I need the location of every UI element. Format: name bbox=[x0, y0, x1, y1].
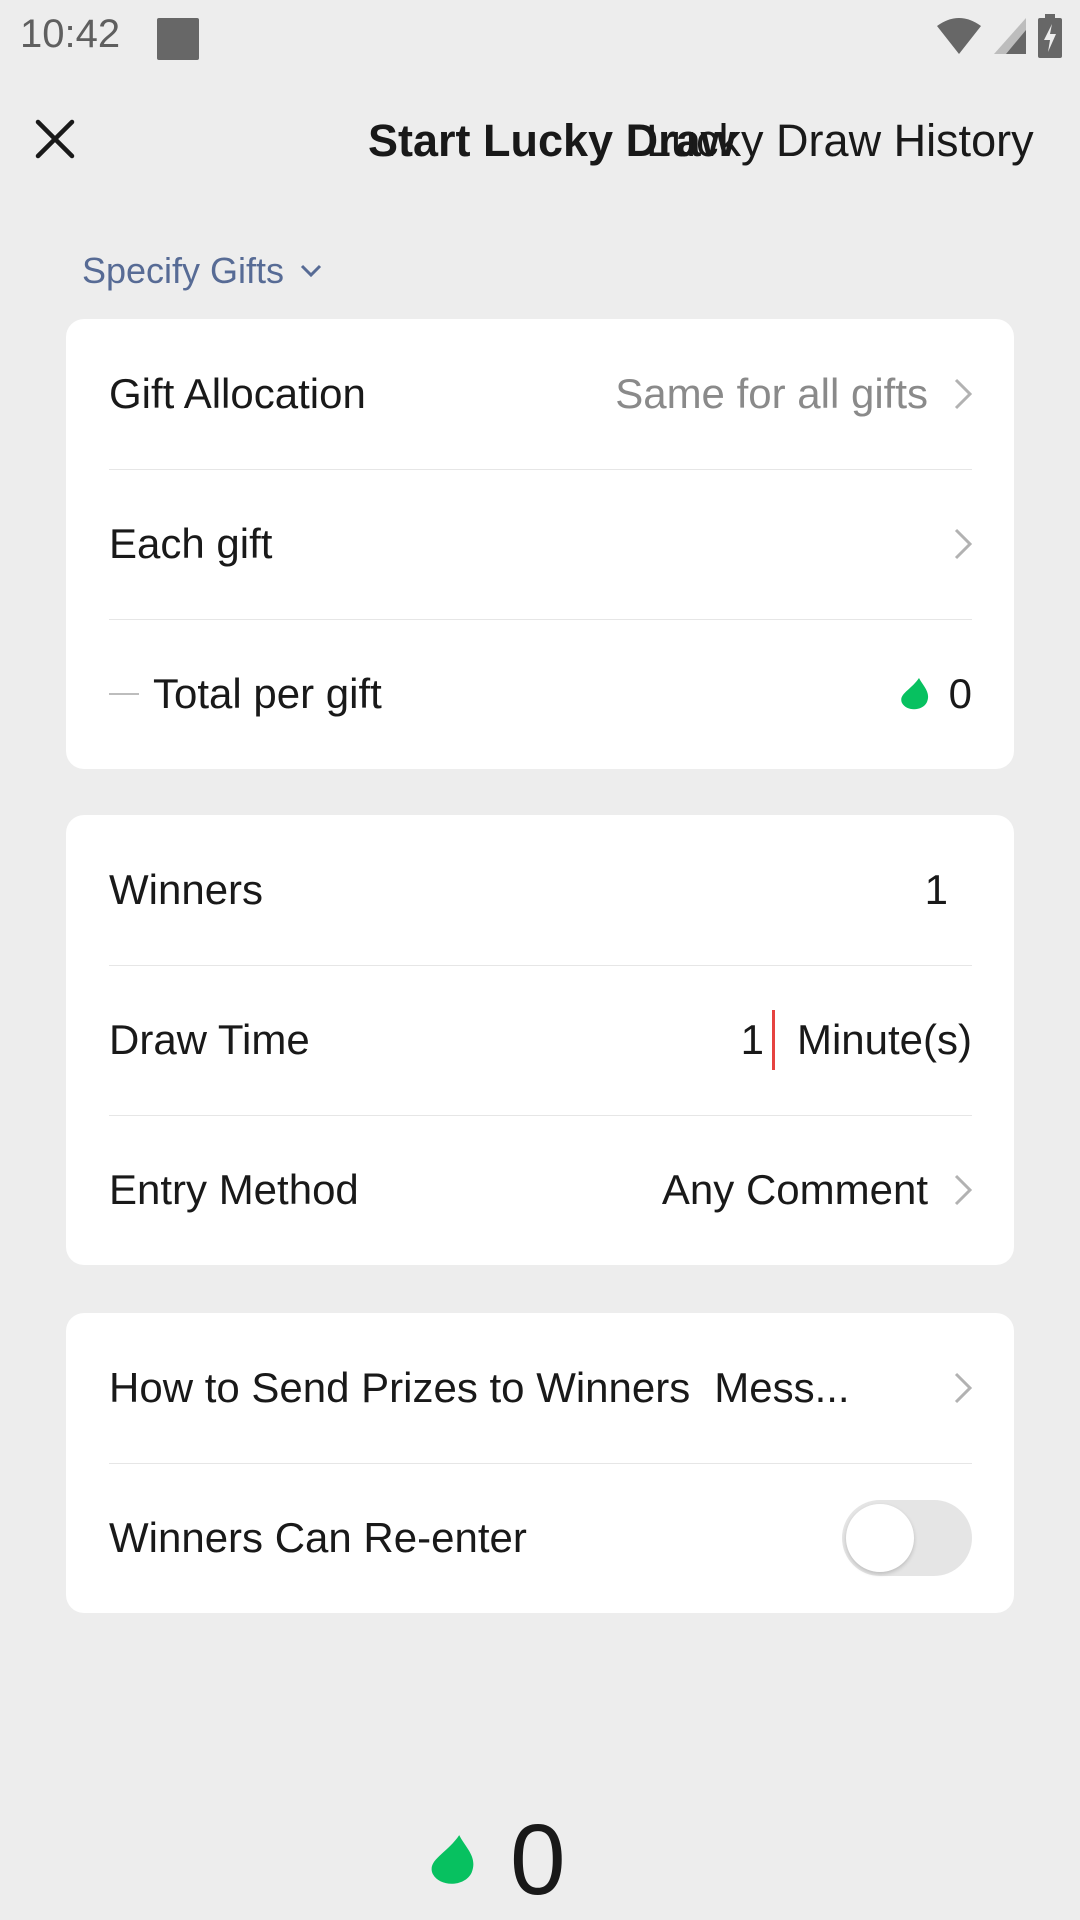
winners-reenter-toggle[interactable] bbox=[842, 1500, 972, 1576]
gift-allocation-label: Gift Allocation bbox=[109, 370, 366, 417]
chevron-right-icon bbox=[954, 528, 972, 560]
status-time: 10:42 bbox=[20, 12, 121, 56]
chevron-right-icon bbox=[954, 1174, 972, 1206]
specify-gifts-dropdown[interactable]: Specify Gifts bbox=[82, 250, 322, 292]
send-prizes-row[interactable]: How to Send Prizes to Winners Mess... bbox=[66, 1313, 1014, 1463]
draw-time-label: Draw Time bbox=[109, 1016, 310, 1063]
bottom-total: 0 bbox=[428, 1810, 566, 1910]
prize-card: How to Send Prizes to Winners Mess... Wi… bbox=[66, 1313, 1014, 1613]
winners-reenter-label: Winners Can Re-enter bbox=[109, 1514, 527, 1561]
entry-method-value: Any Comment bbox=[661, 1166, 928, 1213]
notification-icon bbox=[157, 18, 199, 60]
winners-row[interactable]: Winners 1 bbox=[66, 815, 1014, 965]
status-bar: 10:42 bbox=[0, 0, 1080, 78]
send-prizes-value: Mess... bbox=[714, 1364, 850, 1411]
draw-time-row[interactable]: Draw Time 1 Minute(s) bbox=[66, 965, 1014, 1115]
gift-allocation-value: Same for all gifts bbox=[615, 370, 928, 417]
text-cursor bbox=[771, 1010, 775, 1070]
dash-marker bbox=[109, 693, 139, 695]
wifi-icon bbox=[937, 18, 981, 54]
toggle-knob bbox=[846, 1504, 914, 1572]
chevron-right-icon bbox=[954, 1372, 972, 1404]
status-icons bbox=[936, 14, 1062, 58]
leaf-coin-icon bbox=[431, 1835, 474, 1884]
signal-icon bbox=[994, 18, 1026, 54]
total-per-gift-value: 0 bbox=[948, 670, 972, 717]
specify-gifts-label: Specify Gifts bbox=[82, 250, 285, 291]
winners-input[interactable]: 1 bbox=[925, 866, 948, 914]
total-per-gift-label: Total per gift bbox=[153, 670, 382, 717]
chevron-down-icon bbox=[301, 264, 322, 278]
draw-time-unit: Minute(s) bbox=[796, 1016, 972, 1063]
chevron-right-icon bbox=[954, 378, 972, 410]
draw-time-input[interactable]: 1 bbox=[741, 1016, 764, 1064]
send-prizes-label: How to Send Prizes to Winners bbox=[109, 1364, 691, 1411]
each-gift-label: Each gift bbox=[109, 520, 273, 567]
entry-method-row[interactable]: Entry Method Any Comment bbox=[66, 1115, 1014, 1265]
winners-reenter-row: Winners Can Re-enter bbox=[66, 1463, 1014, 1613]
winners-label: Winners bbox=[109, 866, 264, 913]
header: Start Lucky Draw Lucky Draw History bbox=[0, 90, 1080, 190]
settings-card: Winners 1 Draw Time 1 Minute(s) Entry Me… bbox=[66, 815, 1014, 1265]
screen: 10:42 Start Lucky Draw Lucky Draw Histor… bbox=[0, 0, 1080, 1920]
leaf-coin-icon bbox=[899, 676, 931, 712]
gift-allocation-row[interactable]: Gift Allocation Same for all gifts bbox=[66, 319, 1014, 469]
battery-icon bbox=[1038, 14, 1062, 58]
entry-method-label: Entry Method bbox=[109, 1166, 359, 1213]
close-icon bbox=[35, 119, 75, 159]
each-gift-row[interactable]: Each gift bbox=[66, 469, 1014, 619]
bottom-total-value: 0 bbox=[510, 1804, 566, 1916]
total-per-gift-row: Total per gift 0 bbox=[66, 619, 1014, 769]
lucky-draw-history-link[interactable]: Lucky Draw History bbox=[646, 115, 1034, 167]
close-button[interactable] bbox=[28, 112, 82, 166]
gift-card: Gift Allocation Same for all gifts Each … bbox=[66, 319, 1014, 769]
